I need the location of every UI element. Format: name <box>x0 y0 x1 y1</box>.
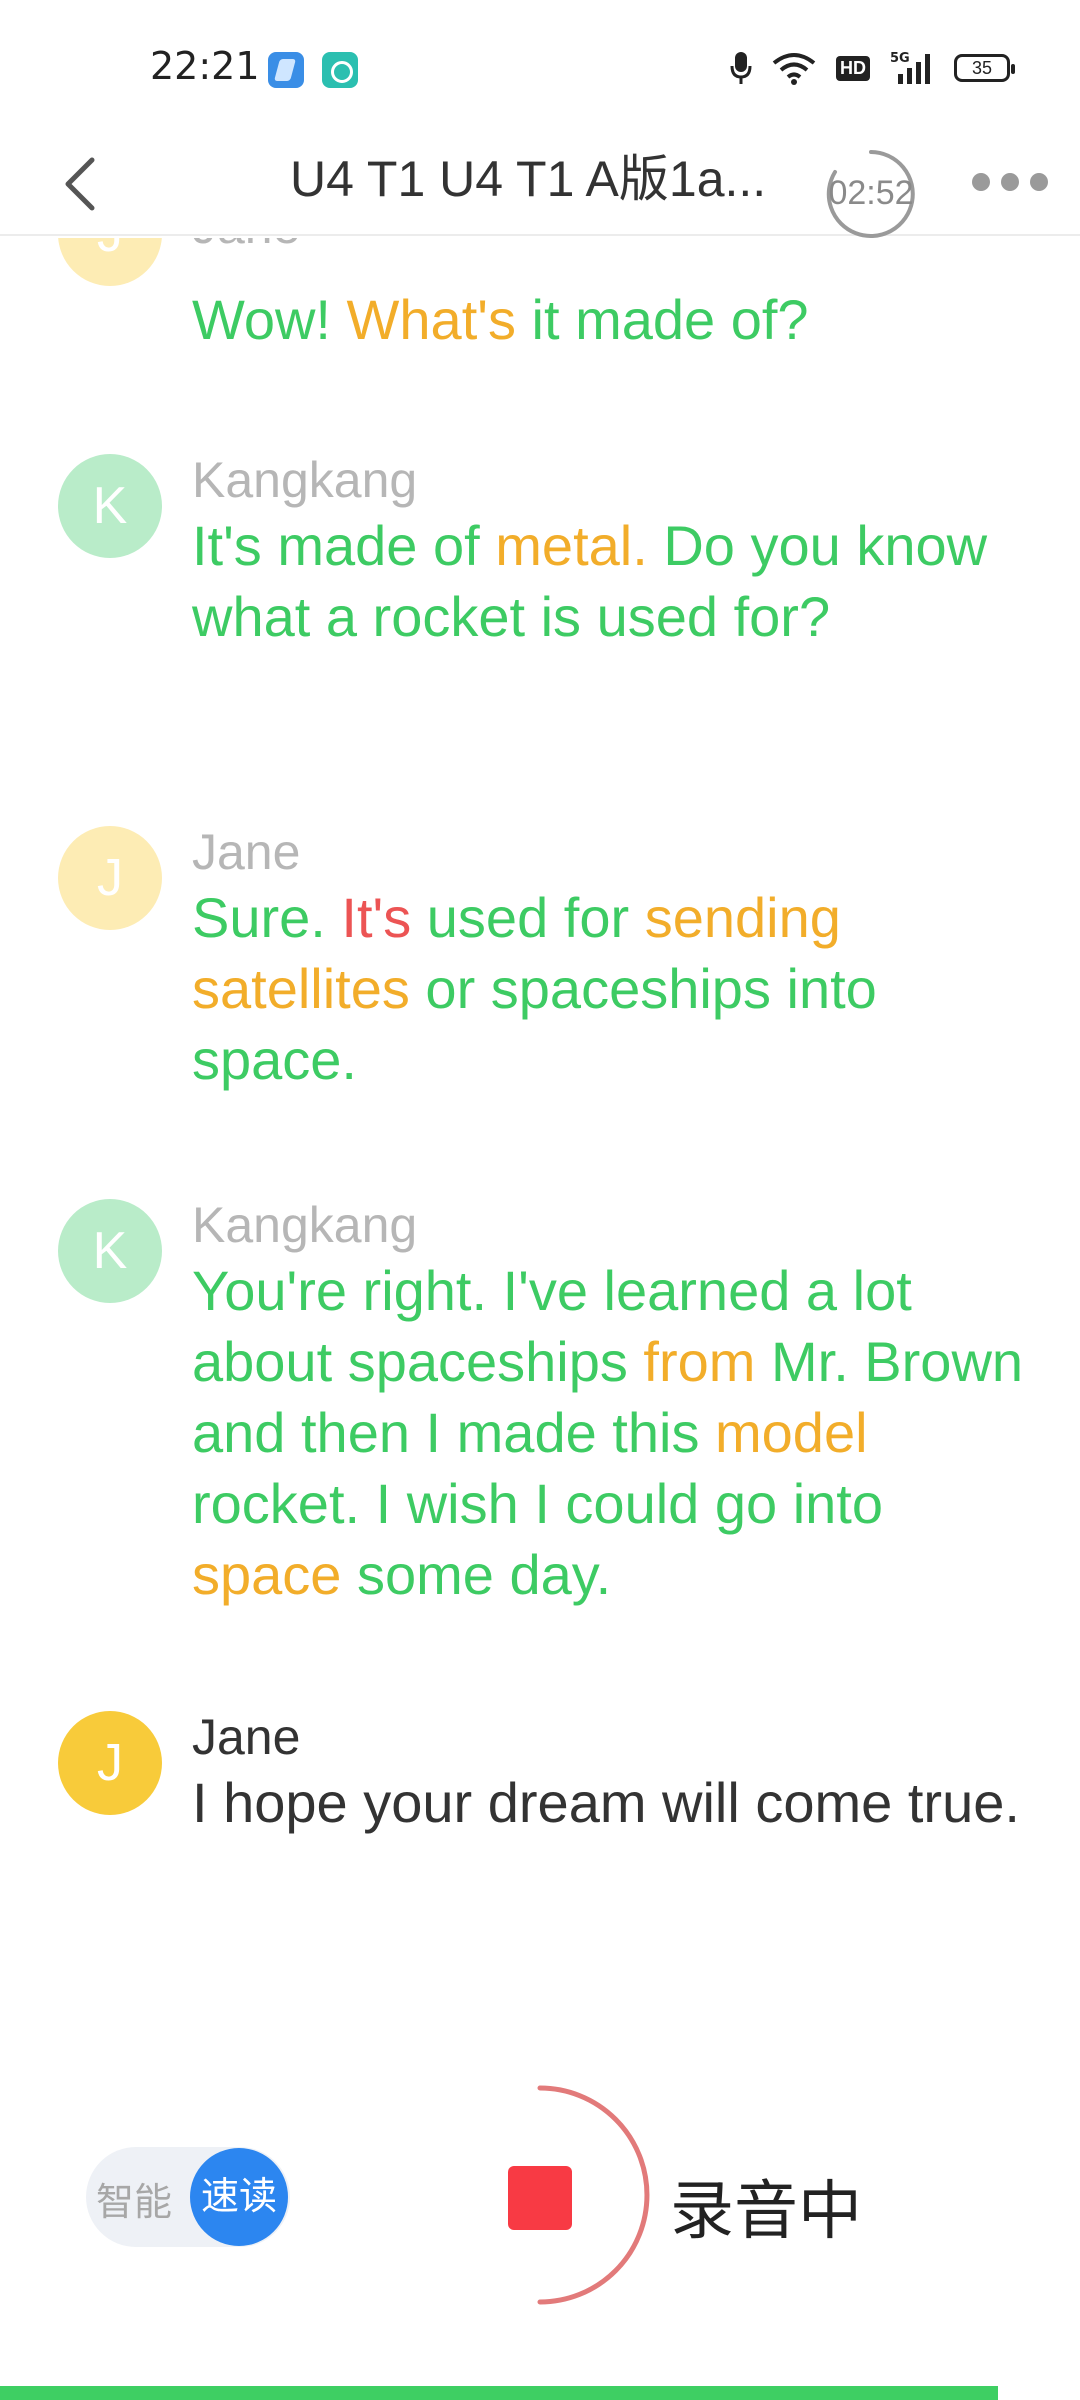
avatar: K <box>58 454 162 558</box>
status-bar: 22:21 HD 5G 35 <box>0 0 1080 130</box>
timer-text: 02:52 <box>828 174 914 212</box>
dialogue-word-segment: Wow! <box>192 288 347 351</box>
back-button[interactable] <box>50 148 120 218</box>
dialogue-list: J Jane Wow! What's it made of? K Kangkan… <box>0 238 1080 2068</box>
stop-recording-button[interactable] <box>508 2166 572 2230</box>
dialogue-word-segment: I hope your dream will come true. <box>192 1771 1020 1834</box>
svg-text:5G: 5G <box>890 51 910 66</box>
more-dot <box>972 173 990 191</box>
more-dot <box>1001 173 1019 191</box>
wifi-icon <box>772 53 816 85</box>
speaker-name: Kangkang <box>192 452 418 508</box>
cellular-signal-icon: 5G <box>890 51 930 84</box>
speaker-name: Kangkang <box>192 1197 418 1253</box>
dialogue-word-segment: some day. <box>341 1543 612 1606</box>
dialogue-word-segment: It's <box>341 886 412 949</box>
speaker-name: Jane <box>192 1709 301 1765</box>
mode-smart-option[interactable]: 智能 <box>96 2171 172 2226</box>
avatar: J <box>58 238 162 286</box>
dialogue-word-segment: Sure. <box>192 886 342 949</box>
avatar: J <box>58 826 162 930</box>
more-dot <box>1030 173 1048 191</box>
microphone-icon <box>730 52 752 84</box>
dialogue-text: Wow! What's it made of? <box>192 284 1042 355</box>
dialogue-word-segment: What's <box>346 288 516 351</box>
avatar: J <box>58 1711 162 1815</box>
notification-app-icon <box>268 52 304 88</box>
dialogue-word-segment: model <box>715 1401 868 1464</box>
status-time: 22:21 <box>150 44 260 88</box>
dialogue-word-segment: used for <box>411 886 645 949</box>
dialogue-text: It's made of metal. Do you know what a r… <box>192 510 1042 652</box>
more-button[interactable] <box>972 170 1048 194</box>
speaker-name: Jane <box>192 238 300 256</box>
battery-icon: 35 <box>954 54 1015 82</box>
timer: 02:52 <box>823 146 919 242</box>
chevron-left-icon <box>65 157 95 211</box>
speaker-name: Jane <box>192 824 301 880</box>
dialogue-word-segment: metal. <box>495 514 648 577</box>
status-icons: HD 5G 35 <box>730 48 1015 88</box>
dialogue-word-segment: it made of? <box>515 288 809 351</box>
dialogue-text: I hope your dream will come true. <box>192 1767 1042 1838</box>
hd-badge: HD <box>836 55 870 81</box>
nav-bar: U4 T1 U4 T1 A版1a... 02:52 <box>0 130 1080 238</box>
dialogue-text: You're right. I've learned a lot about s… <box>192 1255 1042 1610</box>
dialogue-word-segment: space <box>192 1543 342 1606</box>
battery-level: 35 <box>971 58 993 78</box>
dialogue-word-segment: from <box>643 1330 756 1393</box>
progress-bar <box>0 2386 998 2400</box>
dialogue-word-segment: rocket. I wish I could go into <box>192 1472 884 1535</box>
mode-speed-option[interactable]: 速读 <box>190 2148 288 2246</box>
dialogue-word-segment: It's made of <box>192 514 496 577</box>
avatar: K <box>58 1199 162 1303</box>
page-title: U4 T1 U4 T1 A版1a... <box>290 151 767 207</box>
dialogue-text: Sure. It's used for sending satellites o… <box>192 882 1042 1095</box>
notification-app-icon-2 <box>322 52 358 88</box>
recording-status: 录音中 <box>670 2175 862 2249</box>
